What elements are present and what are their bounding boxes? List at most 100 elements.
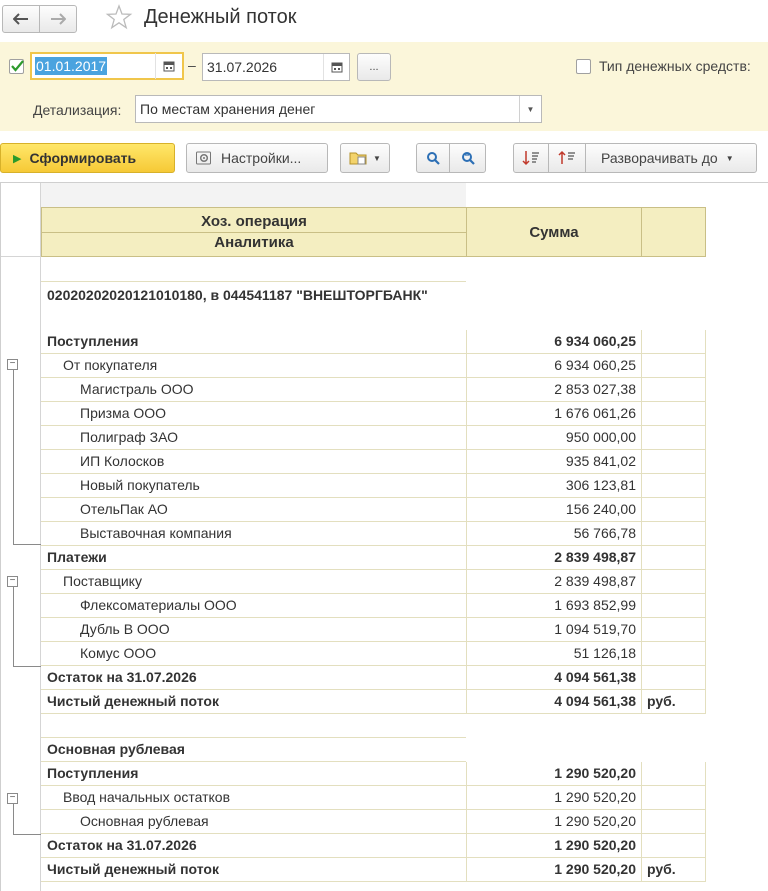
cell-unit[interactable] — [641, 522, 706, 546]
cell-amount[interactable]: 4 094 561,38 — [466, 666, 641, 690]
cell-operation[interactable]: Дубль В ООО — [41, 618, 466, 642]
cash-type-checkbox[interactable] — [576, 59, 591, 74]
settings-button[interactable]: Настройки... — [186, 143, 328, 173]
forward-button[interactable] — [39, 5, 77, 33]
cell-operation[interactable]: Новый покупатель — [41, 474, 466, 498]
cell-amount[interactable]: 6 934 060,25 — [466, 354, 641, 378]
cell-amount[interactable]: 1 290 520,20 — [466, 810, 641, 834]
cell-operation[interactable]: Чистый денежный поток — [41, 858, 466, 882]
report-row[interactable] — [41, 258, 706, 282]
report-row[interactable]: Основная рублевая — [41, 738, 706, 762]
report-row[interactable]: Ввод начальных остатков 1 290 520,20 — [41, 786, 706, 810]
cell-operation[interactable]: Комус ООО — [41, 642, 466, 666]
cell-unit[interactable] — [641, 834, 706, 858]
generate-button[interactable]: ▶ Сформировать — [0, 143, 175, 173]
cell-operation[interactable]: ИП Колосков — [41, 450, 466, 474]
cell-amount[interactable]: 1 290 520,20 — [466, 786, 641, 810]
variants-button[interactable]: ▼ — [340, 143, 390, 173]
search-button[interactable] — [416, 143, 450, 173]
report-row[interactable]: Поставщику 2 839 498,87 — [41, 570, 706, 594]
collapse-group-icon[interactable]: − — [7, 359, 18, 370]
cell-amount[interactable]: 2 839 498,87 — [466, 546, 641, 570]
cell-operation[interactable] — [41, 714, 466, 738]
cell-operation[interactable]: Основная рублевая — [41, 810, 466, 834]
cell-unit[interactable] — [641, 474, 706, 498]
report-row[interactable]: Новый покупатель 306 123,81 — [41, 474, 706, 498]
report-spreadsheet[interactable]: Хоз. операция Аналитика Сумма 0202020202… — [0, 182, 768, 891]
cell-operation[interactable]: Чистый денежный поток — [41, 690, 466, 714]
cell-amount[interactable]: 2 839 498,87 — [466, 570, 641, 594]
period-select-button[interactable]: ... — [357, 53, 391, 81]
cell-unit[interactable] — [641, 762, 706, 786]
cell-amount[interactable]: 6 934 060,25 — [466, 330, 641, 354]
search-reset-button[interactable] — [449, 143, 486, 173]
detail-select[interactable]: По местам хранения денег — [135, 95, 542, 123]
report-row[interactable]: 02020202020121010180, в 044541187 "ВНЕШТ… — [41, 282, 706, 330]
cell-operation[interactable] — [41, 258, 466, 282]
cell-operation[interactable]: 02020202020121010180, в 044541187 "ВНЕШТ… — [41, 282, 466, 330]
cell-operation[interactable]: Магистраль ООО — [41, 378, 466, 402]
cell-operation[interactable]: От покупателя — [41, 354, 466, 378]
sort-desc-button[interactable] — [513, 143, 549, 173]
cell-unit[interactable]: руб. — [641, 690, 706, 714]
cell-unit[interactable] — [641, 786, 706, 810]
report-row[interactable]: Остаток на 31.07.2026 1 290 520,20 — [41, 834, 706, 858]
cell-unit[interactable]: руб. — [641, 858, 706, 882]
cell-operation[interactable]: Основная рублевая — [41, 738, 466, 762]
cell-operation[interactable]: Выставочная компания — [41, 522, 466, 546]
cell-operation[interactable]: Ввод начальных остатков — [41, 786, 466, 810]
cell-operation[interactable]: Флексоматериалы ООО — [41, 594, 466, 618]
cell-operation[interactable]: Остаток на 31.07.2026 — [41, 834, 466, 858]
cell-amount[interactable]: 306 123,81 — [466, 474, 641, 498]
report-row[interactable]: Чистый денежный поток 4 094 561,38 руб. — [41, 690, 706, 714]
cell-amount[interactable]: 51 126,18 — [466, 642, 641, 666]
cell-operation[interactable]: Призма ООО — [41, 402, 466, 426]
sort-asc-button[interactable] — [548, 143, 586, 173]
cell-amount[interactable]: 56 766,78 — [466, 522, 641, 546]
report-row[interactable]: Платежи 2 839 498,87 — [41, 546, 706, 570]
cell-operation[interactable]: Остаток на 31.07.2026 — [41, 666, 466, 690]
collapse-group-icon[interactable]: − — [7, 793, 18, 804]
report-row[interactable]: Чистый денежный поток 1 290 520,20 руб. — [41, 858, 706, 882]
collapse-group-icon[interactable]: − — [7, 576, 18, 587]
date-to-calendar-button[interactable] — [323, 54, 349, 80]
report-row[interactable]: Остаток на 31.07.2026 4 094 561,38 — [41, 666, 706, 690]
report-row[interactable]: Выставочная компания 56 766,78 — [41, 522, 706, 546]
date-from-calendar-button[interactable] — [155, 53, 181, 79]
cell-unit[interactable] — [641, 378, 706, 402]
cell-unit[interactable] — [641, 402, 706, 426]
cell-unit[interactable] — [641, 810, 706, 834]
report-row[interactable]: Основная рублевая 1 290 520,20 — [41, 810, 706, 834]
report-row[interactable]: ОтельПак АО 156 240,00 — [41, 498, 706, 522]
cell-operation[interactable]: Поступления — [41, 330, 466, 354]
report-row[interactable]: Дубль В ООО 1 094 519,70 — [41, 618, 706, 642]
cell-amount[interactable]: 1 676 061,26 — [466, 402, 641, 426]
cell-amount[interactable]: 1 290 520,20 — [466, 858, 641, 882]
cell-amount[interactable]: 935 841,02 — [466, 450, 641, 474]
cell-unit[interactable] — [641, 642, 706, 666]
expand-to-button[interactable]: Разворачивать до ▼ — [585, 143, 757, 173]
cell-operation[interactable]: Полиграф ЗАО — [41, 426, 466, 450]
back-button[interactable] — [2, 5, 40, 33]
cell-amount[interactable]: 950 000,00 — [466, 426, 641, 450]
cell-amount[interactable]: 1 094 519,70 — [466, 618, 641, 642]
report-row[interactable]: Призма ООО 1 676 061,26 — [41, 402, 706, 426]
cell-unit[interactable] — [641, 450, 706, 474]
report-row[interactable]: От покупателя 6 934 060,25 — [41, 354, 706, 378]
cell-amount[interactable]: 2 853 027,38 — [466, 378, 641, 402]
cell-amount[interactable]: 1 290 520,20 — [466, 834, 641, 858]
cell-unit[interactable] — [641, 426, 706, 450]
report-row[interactable]: Поступления 1 290 520,20 — [41, 762, 706, 786]
cell-amount[interactable]: 4 094 561,38 — [466, 690, 641, 714]
report-row[interactable]: Магистраль ООО 2 853 027,38 — [41, 378, 706, 402]
period-checkbox[interactable] — [9, 59, 24, 74]
chevron-down-icon[interactable]: ▼ — [519, 96, 541, 122]
cell-operation[interactable]: Поступления — [41, 762, 466, 786]
cell-amount[interactable]: 156 240,00 — [466, 498, 641, 522]
cell-unit[interactable] — [641, 330, 706, 354]
cell-unit[interactable] — [641, 594, 706, 618]
cell-unit[interactable] — [641, 546, 706, 570]
cell-amount[interactable]: 1 693 852,99 — [466, 594, 641, 618]
report-row[interactable] — [41, 714, 706, 738]
cell-operation[interactable]: ОтельПак АО — [41, 498, 466, 522]
